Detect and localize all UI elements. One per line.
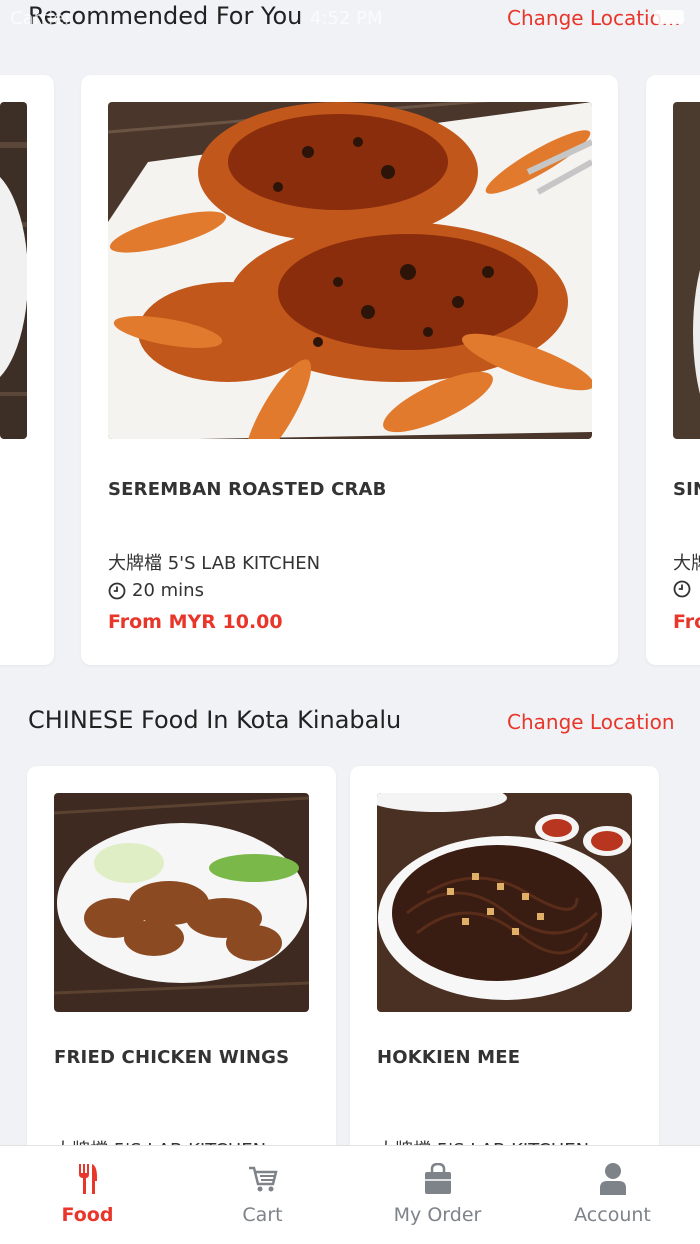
tab-label: My Order bbox=[393, 1204, 482, 1226]
delivery-time: 20 mins bbox=[108, 580, 204, 601]
fork-knife-icon bbox=[78, 1162, 98, 1196]
dish-photo bbox=[377, 793, 632, 1012]
recommended-card-previous[interactable] bbox=[0, 75, 54, 665]
dish-name: FRIED CHICKEN WINGS bbox=[54, 1047, 290, 1068]
dish-photo bbox=[673, 102, 700, 439]
restaurant-name: 大牌檔 5'S LAB KITCHEN bbox=[108, 553, 321, 574]
recommended-card[interactable]: SEREMBAN ROASTED CRAB 大牌檔 5'S LAB KITCHE… bbox=[81, 75, 618, 665]
tab-label: Food bbox=[61, 1204, 114, 1226]
battery-icon bbox=[654, 10, 684, 24]
carrier-label: Carrier bbox=[10, 8, 72, 29]
tab-my-order[interactable]: My Order bbox=[350, 1146, 525, 1244]
clock-icon bbox=[108, 582, 126, 599]
chinese-section-title: CHINESE Food In Kota Kinabalu bbox=[28, 706, 402, 734]
tab-label: Account bbox=[574, 1204, 651, 1226]
dish-name: SEREMBAN ROASTED CRAB bbox=[108, 479, 387, 500]
food-card[interactable]: FRIED CHICKEN WINGS 大牌檔 5'S LAB KITCHEN bbox=[27, 766, 336, 1186]
tab-label: Cart bbox=[242, 1204, 283, 1226]
person-icon bbox=[599, 1162, 627, 1196]
dish-photo bbox=[108, 102, 592, 439]
bottom-tab-bar: Food Cart My Order Account bbox=[0, 1145, 700, 1244]
price: From MYR 10.00 bbox=[108, 611, 283, 633]
clock: 4:52 PM bbox=[310, 8, 383, 29]
price: Fro bbox=[673, 611, 700, 633]
shopping-bag-icon bbox=[424, 1162, 452, 1196]
clock-icon bbox=[673, 580, 691, 598]
restaurant-name: 大牌 bbox=[673, 553, 700, 574]
cart-icon bbox=[248, 1162, 278, 1196]
dish-name: HOKKIEN MEE bbox=[377, 1047, 521, 1068]
status-bar: Carrier 4:52 PM bbox=[0, 0, 700, 38]
delivery-time-value: 20 mins bbox=[132, 580, 204, 601]
tab-cart[interactable]: Cart bbox=[175, 1146, 350, 1244]
dish-photo bbox=[0, 102, 27, 439]
recommended-card-next[interactable]: SIN 大牌 Fro bbox=[646, 75, 700, 665]
delivery-time bbox=[673, 580, 691, 598]
tab-food[interactable]: Food bbox=[0, 1146, 175, 1244]
dish-name: SIN bbox=[673, 479, 700, 500]
dish-photo bbox=[54, 793, 309, 1012]
tab-account[interactable]: Account bbox=[525, 1146, 700, 1244]
change-location-link[interactable]: Change Location bbox=[507, 710, 675, 734]
food-card[interactable]: HOKKIEN MEE 大牌檔 5'S LAB KITCHEN bbox=[350, 766, 659, 1186]
